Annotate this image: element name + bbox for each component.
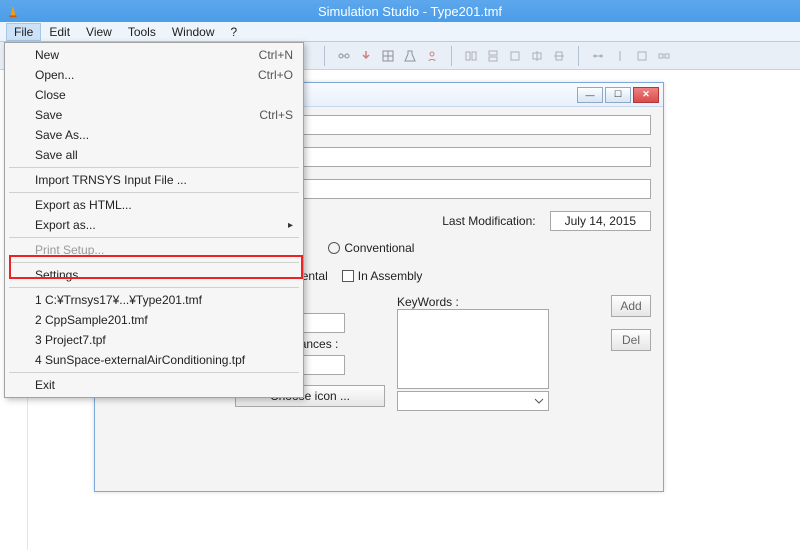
toolbar-align2-icon[interactable] xyxy=(483,46,503,66)
keywords-label: KeyWords : xyxy=(397,295,599,309)
menu-item-new[interactable]: NewCtrl+N xyxy=(7,45,301,65)
menu-edit[interactable]: Edit xyxy=(41,23,78,41)
menu-item-save-all[interactable]: Save all xyxy=(7,145,301,165)
menu-item-4-sunspace-externalairconditioning-tpf[interactable]: 4 SunSpace-externalAirConditioning.tpf xyxy=(7,350,301,370)
menu-item-export-as-html[interactable]: Export as HTML... xyxy=(7,195,301,215)
toolbar-dist3-icon[interactable] xyxy=(632,46,652,66)
menu-separator xyxy=(9,262,299,263)
app-cone-icon xyxy=(6,4,20,18)
toolbar-align5-icon[interactable] xyxy=(549,46,569,66)
menu-item-1-c-trnsys17-type201-tmf[interactable]: 1 C:¥Trnsys17¥...¥Type201.tmf xyxy=(7,290,301,310)
toolbar-table-icon[interactable] xyxy=(378,46,398,66)
menu-separator xyxy=(9,237,299,238)
toolbar-dist2-icon[interactable] xyxy=(610,46,630,66)
chevron-down-icon xyxy=(533,395,545,407)
del-keyword-button[interactable]: Del xyxy=(611,329,651,351)
menu-separator xyxy=(9,372,299,373)
keywords-dropdown[interactable] xyxy=(397,391,549,411)
menu-item-save-as[interactable]: Save As... xyxy=(7,125,301,145)
menu-item-import-trnsys-input-file[interactable]: Import TRNSYS Input File ... xyxy=(7,170,301,190)
toolbar-separator xyxy=(578,46,579,66)
menu-item-2-cppsample201-tmf[interactable]: 2 CppSample201.tmf xyxy=(7,310,301,330)
window-title-bar: Simulation Studio - Type201.tmf xyxy=(0,0,800,22)
menu-help[interactable]: ? xyxy=(223,23,246,41)
toolbar-align3-icon[interactable] xyxy=(505,46,525,66)
menu-separator xyxy=(9,192,299,193)
toolbar-separator xyxy=(451,46,452,66)
menu-item-print-setup: Print Setup... xyxy=(7,240,301,260)
close-button[interactable]: ✕ xyxy=(633,87,659,103)
menu-separator xyxy=(9,167,299,168)
check-in-assembly[interactable]: In Assembly xyxy=(342,269,423,283)
toolbar-dist4-icon[interactable] xyxy=(654,46,674,66)
keywords-list[interactable] xyxy=(397,309,549,389)
window-title: Simulation Studio - Type201.tmf xyxy=(26,4,794,19)
menu-item-export-as[interactable]: Export as... xyxy=(7,215,301,235)
menu-bar: File Edit View Tools Window ? xyxy=(0,22,800,42)
menu-tools[interactable]: Tools xyxy=(120,23,164,41)
toolbar-align1-icon[interactable] xyxy=(461,46,481,66)
toolbar-separator xyxy=(324,46,325,66)
last-mod-value: July 14, 2015 xyxy=(550,211,651,231)
menu-item-settings[interactable]: Settings... xyxy=(7,265,301,285)
menu-item-close[interactable]: Close xyxy=(7,85,301,105)
toolbar-run-icon[interactable] xyxy=(422,46,442,66)
toolbar-link-icon[interactable] xyxy=(334,46,354,66)
toolbar-flask-icon[interactable] xyxy=(400,46,420,66)
menu-window[interactable]: Window xyxy=(164,23,223,41)
menu-file[interactable]: File xyxy=(6,23,41,41)
file-menu-dropdown: NewCtrl+NOpen...Ctrl+OCloseSaveCtrl+SSav… xyxy=(4,42,304,398)
menu-separator xyxy=(9,287,299,288)
maximize-button[interactable]: ☐ xyxy=(605,87,631,103)
menu-item-open[interactable]: Open...Ctrl+O xyxy=(7,65,301,85)
menu-item-exit[interactable]: Exit xyxy=(7,375,301,395)
radio-conventional[interactable]: Conventional xyxy=(328,241,414,255)
toolbar-down-icon[interactable] xyxy=(356,46,376,66)
last-mod-label: Last Modification: xyxy=(442,214,535,228)
menu-item-3-project7-tpf[interactable]: 3 Project7.tpf xyxy=(7,330,301,350)
menu-view[interactable]: View xyxy=(78,23,120,41)
menu-item-save[interactable]: SaveCtrl+S xyxy=(7,105,301,125)
add-keyword-button[interactable]: Add xyxy=(611,295,651,317)
minimize-button[interactable]: — xyxy=(577,87,603,103)
toolbar-align4-icon[interactable] xyxy=(527,46,547,66)
toolbar-dist1-icon[interactable] xyxy=(588,46,608,66)
